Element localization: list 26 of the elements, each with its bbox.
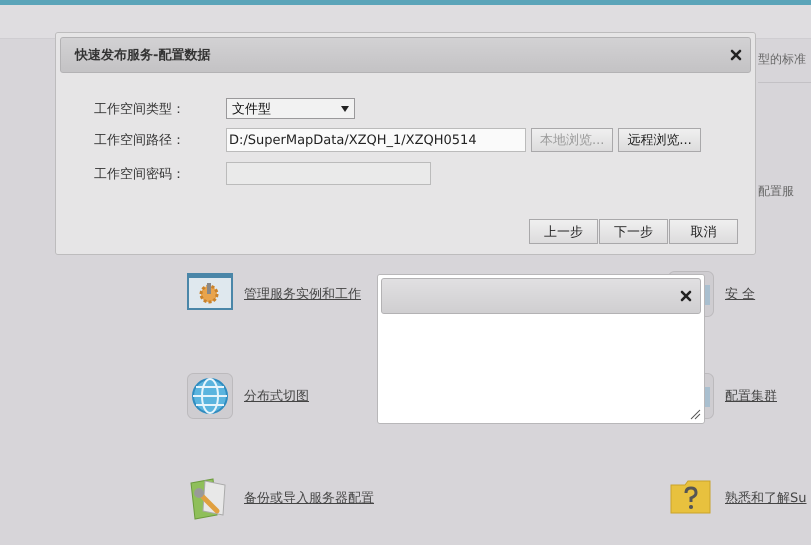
path-input-field[interactable]: D:/SuperMapData/XZQH_1/XZQH0514 bbox=[226, 128, 526, 152]
tile-link[interactable]: 熟悉和了解Su bbox=[725, 489, 806, 507]
browse-button[interactable]: 远程浏览... bbox=[618, 128, 701, 152]
tile-link[interactable]: 分布式切图 bbox=[244, 387, 309, 405]
field-label: 工作空间类型： bbox=[94, 100, 186, 118]
panel-heading-text: 型的标准 bbox=[758, 51, 807, 68]
type-select[interactable]: 文件型 bbox=[226, 98, 355, 119]
dialog-title: 快速发布服务-配置数据 bbox=[75, 47, 210, 64]
field-label: 工作空间密码： bbox=[94, 166, 186, 182]
panel-link[interactable]: 配置服 bbox=[758, 183, 811, 200]
globe-icon bbox=[187, 373, 233, 419]
close-icon bbox=[680, 290, 692, 302]
close-button[interactable] bbox=[730, 49, 742, 61]
tile-link[interactable]: 管理服务实例和工作 bbox=[244, 285, 361, 303]
close-button[interactable] bbox=[680, 290, 692, 302]
tile-link[interactable]: 配置集群 bbox=[725, 387, 777, 405]
tile-link[interactable]: 安 全 bbox=[725, 285, 756, 303]
resize-grip-icon[interactable] bbox=[690, 409, 701, 420]
dropdown-arrow-icon bbox=[341, 106, 349, 112]
dialog-button[interactable]: 上一步 bbox=[529, 219, 598, 244]
tile-link[interactable]: 备份或导入服务器配置 bbox=[244, 489, 374, 507]
field-label: 工作空间路径： bbox=[94, 132, 186, 149]
close-icon bbox=[730, 49, 742, 61]
dialog-button[interactable]: 取消 bbox=[669, 219, 738, 244]
dialog-button[interactable]: 下一步 bbox=[599, 219, 668, 244]
password-input-field[interactable] bbox=[226, 162, 431, 185]
